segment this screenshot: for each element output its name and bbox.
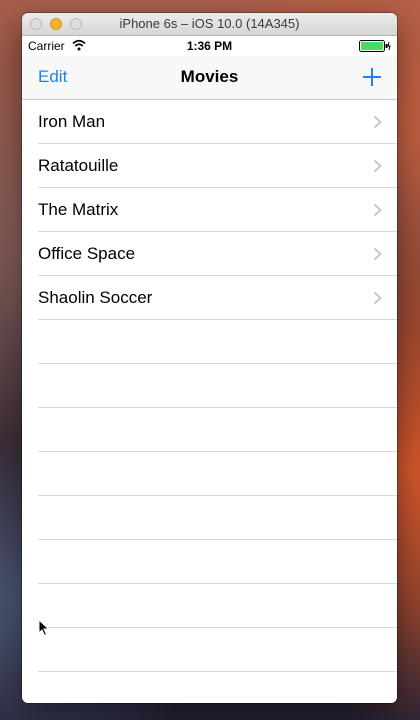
status-time: 1:36 PM [186, 39, 233, 53]
movie-title: Iron Man [38, 112, 106, 131]
plus-icon[interactable] [361, 66, 383, 88]
status-bar: Carrier 1:36 PM [22, 36, 397, 56]
empty-row [22, 540, 397, 584]
empty-row [22, 408, 397, 452]
movie-title: Office Space [38, 244, 136, 263]
simulator-window: iPhone 6s – iOS 10.0 (14A345) Carrier 1:… [22, 13, 397, 703]
movie-title: Ratatouille [38, 156, 119, 175]
empty-row [22, 364, 397, 408]
battery-icon [359, 40, 391, 52]
empty-row [22, 628, 397, 672]
chevron-right-icon [373, 115, 382, 129]
chevron-right-icon [373, 291, 382, 305]
mouse-cursor-icon [38, 619, 50, 637]
empty-row [22, 584, 397, 628]
row-separator [38, 671, 397, 672]
empty-row [22, 496, 397, 540]
movie-row[interactable]: Ratatouille [22, 144, 397, 188]
chevron-right-icon [373, 247, 382, 261]
movie-row[interactable]: The Matrix [22, 188, 397, 232]
movie-row[interactable]: Office Space [22, 232, 397, 276]
empty-row [22, 320, 397, 364]
movie-row[interactable]: Iron Man [22, 100, 397, 144]
chevron-right-icon [373, 159, 382, 173]
chevron-right-icon [373, 203, 382, 217]
movie-title: The Matrix [38, 200, 119, 219]
navigation-bar: Edit Movies [22, 56, 397, 100]
movie-row[interactable]: Shaolin Soccer [22, 276, 397, 320]
movies-table: Iron Man Ratatouille The Matrix Office S… [22, 100, 397, 672]
movie-title: Shaolin Soccer [38, 288, 153, 307]
window-titlebar: iPhone 6s – iOS 10.0 (14A345) [22, 13, 397, 36]
window-title: iPhone 6s – iOS 10.0 (14A345) [119, 16, 300, 31]
nav-title: Movies [180, 67, 239, 86]
empty-row [22, 452, 397, 496]
